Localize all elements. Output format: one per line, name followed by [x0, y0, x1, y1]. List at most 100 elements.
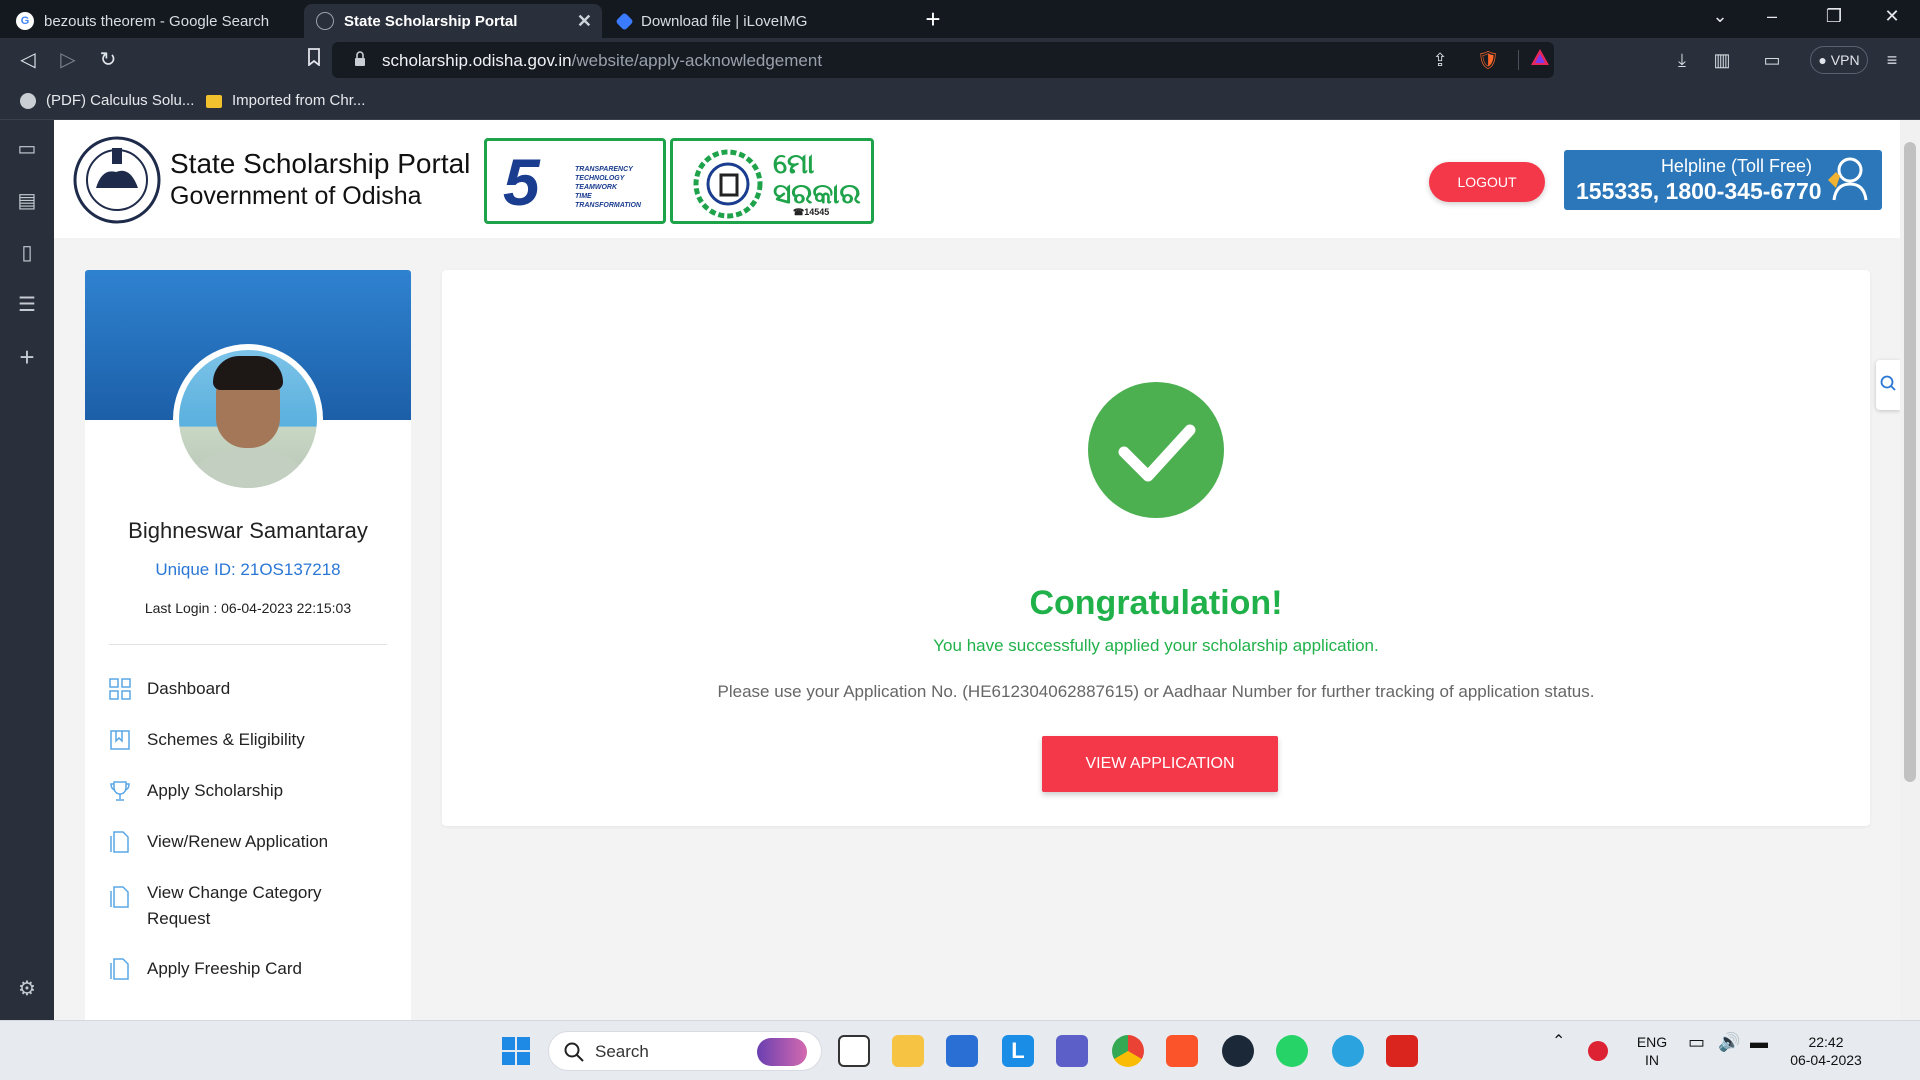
- whatsapp-icon[interactable]: [1276, 1035, 1308, 1067]
- l-app-icon[interactable]: L: [1002, 1035, 1034, 1067]
- tab-title: State Scholarship Portal: [344, 12, 518, 30]
- web-page: State Scholarship Portal Government of O…: [54, 120, 1900, 1020]
- scrollbar-thumb[interactable]: [1904, 142, 1916, 782]
- acrobat-icon[interactable]: [1386, 1035, 1418, 1067]
- avatar: [173, 344, 323, 494]
- view-application-button[interactable]: VIEW APPLICATION: [1042, 736, 1278, 792]
- url-text: scholarship.odisha.gov.in/website/apply-…: [382, 51, 823, 70]
- vpn-button[interactable]: ● VPN: [1810, 46, 1868, 74]
- browser-tab-bar: G bezouts theorem - Google Search State …: [0, 0, 1920, 38]
- teams-icon[interactable]: [1056, 1035, 1088, 1067]
- profile-card: Bighneswar Samantaray Unique ID: 21OS137…: [85, 270, 411, 1020]
- settings-gear-icon[interactable]: ⚙: [14, 976, 40, 1002]
- close-window-button[interactable]: ✕: [1872, 6, 1912, 27]
- site-subtitle: Government of Odisha: [170, 182, 422, 210]
- bookmark-page-icon[interactable]: [300, 46, 328, 74]
- add-panel-icon[interactable]: +: [14, 344, 40, 370]
- tab-title: Download file | iLoveIMG: [641, 12, 808, 30]
- lock-icon: [355, 51, 365, 66]
- telegram-icon[interactable]: [1332, 1035, 1364, 1067]
- document-icon: [110, 831, 129, 853]
- wheel-icon: [693, 149, 763, 219]
- menu-item-apply-scholarship[interactable]: Apply Scholarship: [109, 778, 399, 804]
- odisha-emblem-logo: [73, 136, 161, 224]
- wallet-icon[interactable]: ▤: [14, 188, 40, 214]
- success-message: You have successfully applied your schol…: [933, 636, 1379, 655]
- new-tab-button[interactable]: +: [918, 4, 948, 34]
- document-icon: [110, 958, 129, 980]
- tray-expand-icon[interactable]: ⌃: [1552, 1033, 1565, 1051]
- microsoft-store-icon[interactable]: [946, 1035, 978, 1067]
- windows-start-icon[interactable]: [500, 1035, 532, 1067]
- profile-last-login: Last Login : 06-04-2023 22:15:03: [144, 600, 352, 616]
- reload-icon[interactable]: ↻: [94, 46, 122, 74]
- floating-search-button[interactable]: [1876, 360, 1900, 410]
- volume-icon[interactable]: 🔊: [1718, 1033, 1740, 1051]
- google-icon: G: [16, 12, 34, 30]
- battery-icon[interactable]: ▬: [1750, 1033, 1768, 1051]
- 5t-logo-text: TRANSPARENCY TECHNOLOGY TEAMWORK TIME TR…: [575, 166, 641, 209]
- tray-app-icon[interactable]: [1588, 1041, 1608, 1061]
- menu-item-schemes[interactable]: Schemes & Eligibility: [109, 727, 399, 753]
- url-divider: [1518, 50, 1519, 70]
- tab-search-chevron-icon[interactable]: ⌄: [1700, 6, 1740, 27]
- taskbar-search[interactable]: Search: [548, 1031, 822, 1071]
- acknowledgement-card: Congratulation! You have successfully ap…: [442, 270, 1870, 826]
- minimize-button[interactable]: –: [1752, 6, 1792, 27]
- restore-button[interactable]: ❐: [1814, 6, 1854, 27]
- logout-button[interactable]: LOGOUT: [1429, 162, 1545, 202]
- mo-sarkar-logo: ମୋ ସରକାର ☎14545: [670, 138, 874, 224]
- language-indicator[interactable]: ENG IN: [1632, 1033, 1672, 1069]
- menu-item-dashboard[interactable]: Dashboard: [109, 676, 399, 702]
- menu-item-view-renew[interactable]: View/Renew Application: [109, 829, 399, 855]
- address-bar[interactable]: scholarship.odisha.gov.in/website/apply-…: [332, 42, 1554, 78]
- share-icon[interactable]: ⇪: [1428, 48, 1452, 72]
- steam-icon[interactable]: [1222, 1035, 1254, 1067]
- search-icon: [564, 1042, 584, 1062]
- helpline-box: Helpline (Toll Free) 155335, 1800-345-67…: [1564, 150, 1882, 210]
- close-tab-icon[interactable]: ✕: [577, 11, 592, 32]
- menu-icon[interactable]: ≡: [1880, 48, 1904, 72]
- tab-title: bezouts theorem - Google Search: [44, 12, 270, 30]
- search-icon: [1880, 375, 1896, 391]
- site-title: State Scholarship Portal: [170, 148, 471, 179]
- tab-google-search[interactable]: G bezouts theorem - Google Search: [4, 4, 300, 38]
- bookmark-calculus[interactable]: (PDF) Calculus Solu...: [20, 92, 194, 109]
- brave-rewards-icon[interactable]: [1528, 48, 1552, 72]
- bookmark-folder-imported[interactable]: Imported from Chr...: [206, 92, 365, 109]
- chrome-icon[interactable]: [1112, 1035, 1144, 1067]
- browser-toolbar: ◁ ▷ ↻ scholarship.odisha.gov.in/website/…: [0, 38, 1920, 82]
- bookmark-icon: [110, 730, 130, 750]
- clock[interactable]: 22:42 06-04-2023: [1786, 1033, 1866, 1069]
- downloads-icon[interactable]: ⤓: [1670, 48, 1694, 72]
- grid-icon: [109, 678, 131, 700]
- mo-sarkar-number: ☎14545: [793, 207, 830, 217]
- globe-icon: [20, 92, 36, 109]
- site-header: State Scholarship Portal Government of O…: [54, 120, 1900, 238]
- brave-icon[interactable]: [1166, 1035, 1198, 1067]
- wallet-icon[interactable]: ▭: [1760, 48, 1784, 72]
- page-scrollbar[interactable]: [1900, 120, 1920, 1020]
- heart-icon: [615, 11, 634, 31]
- success-check-icon: [1088, 382, 1224, 518]
- task-view-icon[interactable]: [838, 1035, 870, 1067]
- sidebar-toggle-icon[interactable]: ▥: [1710, 48, 1734, 72]
- tab-ilovemg[interactable]: Download file | iLoveIMG: [606, 4, 902, 38]
- back-icon[interactable]: ◁: [14, 46, 42, 74]
- trophy-icon: [110, 781, 130, 801]
- tab-scholarship-portal[interactable]: State Scholarship Portal ✕: [304, 4, 602, 38]
- menu-item-freeship[interactable]: Apply Freeship Card: [109, 956, 399, 982]
- file-explorer-icon[interactable]: [892, 1035, 924, 1067]
- 5t-logo: 5 TRANSPARENCY TECHNOLOGY TEAMWORK TIME …: [484, 138, 666, 224]
- menu-item-change-category[interactable]: View Change Category Request: [109, 880, 399, 932]
- tracking-message: Please use your Application No. (HE61230…: [717, 682, 1595, 701]
- congratulation-heading: Congratulation!: [1029, 584, 1283, 622]
- video-icon[interactable]: ▭: [14, 136, 40, 162]
- brave-shields-icon[interactable]: 🛡: [1476, 48, 1500, 72]
- bookmarks-icon[interactable]: ▯: [14, 240, 40, 266]
- reading-list-icon[interactable]: ☰: [14, 292, 40, 318]
- forward-icon[interactable]: ▷: [54, 46, 82, 74]
- profile-unique-id: Unique ID: 21OS137218: [155, 560, 341, 579]
- network-icon[interactable]: ▭: [1688, 1033, 1705, 1051]
- profile-divider: [109, 644, 387, 645]
